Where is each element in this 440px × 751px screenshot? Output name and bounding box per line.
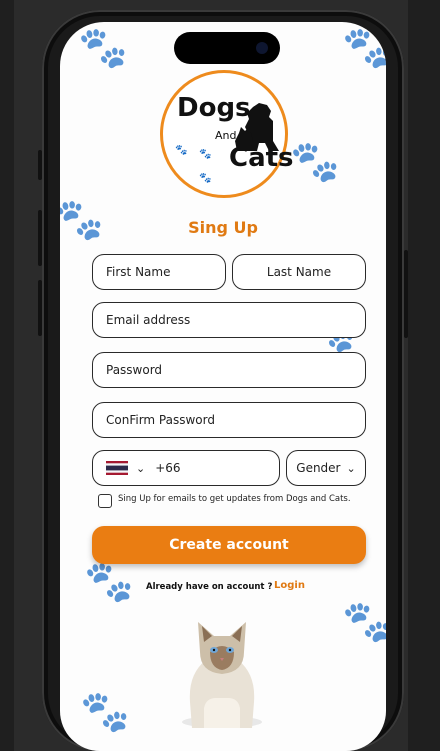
last-name-placeholder: Last Name xyxy=(266,265,332,279)
paw-icon: 🐾 xyxy=(78,25,128,71)
paw-icon: 🐾 xyxy=(84,559,134,605)
login-link[interactable]: Login xyxy=(274,580,305,591)
newsletter-label: Sing Up for emails to get updates from D… xyxy=(118,494,351,504)
last-name-input[interactable]: Last Name xyxy=(232,254,366,290)
gender-select[interactable]: Gender ⌄ xyxy=(286,450,366,486)
confirm-password-input[interactable]: ConFirm Password xyxy=(92,402,366,438)
front-camera xyxy=(256,42,268,54)
dynamic-island xyxy=(174,32,280,64)
first-name-placeholder: First Name xyxy=(106,265,171,279)
confirm-password-placeholder: ConFirm Password xyxy=(106,413,215,427)
app-screen: 🐾 🐾 🐾 🐾 🐾 🐾 🐾 🐾 Dogs And Cats 🐾 🐾 🐾 Sing… xyxy=(60,22,386,751)
password-input[interactable]: Password xyxy=(92,352,366,388)
background-panel-right xyxy=(408,0,440,751)
email-input[interactable]: Email address xyxy=(92,302,366,338)
cat-photo xyxy=(182,622,262,728)
email-placeholder: Email address xyxy=(106,313,191,327)
chevron-down-icon: ⌄ xyxy=(346,461,356,475)
page-title: Sing Up xyxy=(188,218,258,237)
create-account-button[interactable]: Create account xyxy=(92,526,366,564)
phone-volume-up xyxy=(38,210,42,266)
already-account-text: Already have on account ? xyxy=(146,582,273,592)
paw-print-icon: 🐾 xyxy=(199,173,212,184)
first-name-input[interactable]: First Name xyxy=(92,254,226,290)
country-code: +66 xyxy=(155,461,181,475)
password-placeholder: Password xyxy=(106,363,163,377)
paw-print-icon: 🐾 xyxy=(199,149,212,160)
phone-input[interactable]: ⌄ +66 xyxy=(92,450,280,486)
paw-icon: 🐾 xyxy=(342,599,386,645)
paw-icon: 🐾 xyxy=(342,25,386,71)
phone-silent-switch xyxy=(38,150,42,180)
paw-icon: 🐾 xyxy=(80,689,130,735)
phone-volume-down xyxy=(38,280,42,336)
paw-print-icon: 🐾 xyxy=(175,145,188,156)
dog-cat-silhouette-icon xyxy=(235,103,279,151)
background-panel-left xyxy=(0,0,14,751)
brand-logo: Dogs And Cats 🐾 🐾 🐾 xyxy=(160,70,294,198)
paw-icon: 🐾 xyxy=(290,139,340,185)
newsletter-checkbox[interactable] xyxy=(98,494,112,508)
chevron-down-icon[interactable]: ⌄ xyxy=(136,462,145,475)
thailand-flag-icon xyxy=(106,461,128,475)
gender-label: Gender xyxy=(296,461,341,475)
phone-power-button xyxy=(404,250,408,338)
